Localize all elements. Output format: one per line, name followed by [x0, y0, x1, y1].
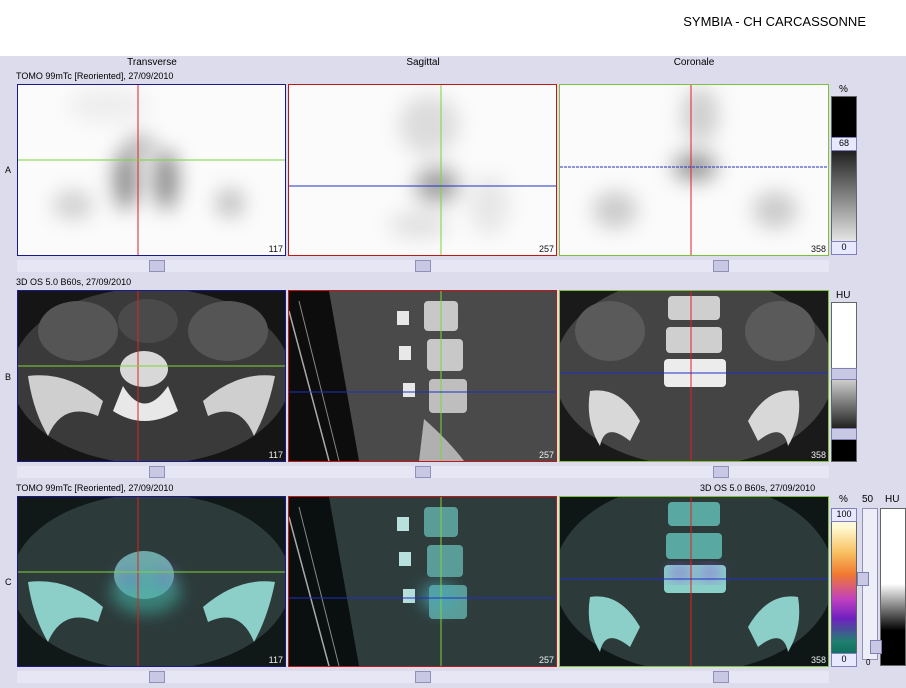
row-b-window-upper-handle[interactable]	[831, 368, 857, 380]
row-a-sagittal-slice-number: 257	[538, 244, 554, 254]
row-b-series-label: 3D OS 5.0 B60s, 27/09/2010	[16, 277, 132, 287]
column-label-coronal: Coronale	[673, 57, 715, 68]
row-a-sagittal-slice-slider[interactable]	[415, 260, 431, 272]
row-c-blend-slider-handle[interactable]	[857, 572, 869, 586]
row-c-ct-scale-unit: HU	[885, 494, 900, 505]
row-b-window-lower-handle[interactable]	[831, 428, 857, 440]
row-a-sagittal-image	[289, 85, 556, 255]
row-c-transverse-viewport[interactable]: 117	[17, 496, 286, 667]
row-c-letter: C	[5, 577, 12, 587]
header-bar: SYMBIA - CH CARCASSONNE	[0, 0, 906, 56]
row-c-scale-unit: %	[839, 494, 848, 505]
row-c-transverse-image	[18, 497, 285, 666]
row-b-scale-unit: HU	[836, 290, 851, 301]
column-label-sagittal: Sagittal	[406, 57, 440, 68]
row-b-sagittal-slice-number: 257	[538, 450, 554, 460]
row-c-sagittal-slice-slider[interactable]	[415, 671, 431, 683]
row-b-letter: B	[5, 372, 12, 382]
row-a-scale-bottom-value[interactable]: 0	[831, 241, 857, 255]
row-c-coronal-viewport[interactable]: 358	[559, 496, 829, 667]
institution-title: SYMBIA - CH CARCASSONNE	[683, 14, 866, 29]
row-c-scale-top-value[interactable]: 100	[831, 508, 857, 522]
row-a-scale-unit: %	[839, 84, 848, 95]
row-a-scale-top-value[interactable]: 68	[831, 137, 857, 151]
row-c-transverse-slice-slider[interactable]	[149, 671, 165, 683]
row-c-scale-bottom-value[interactable]: 0	[831, 653, 857, 667]
row-a-coronal-image	[560, 85, 828, 255]
row-b-sagittal-viewport[interactable]: 257	[288, 290, 557, 462]
row-c-series-label: TOMO 99mTc [Reoriented], 27/09/2010	[16, 483, 174, 493]
row-a-colorbar[interactable]	[831, 96, 857, 254]
row-a-transverse-slice-slider[interactable]	[149, 260, 165, 272]
row-c-sagittal-image	[289, 497, 556, 666]
row-b-transverse-image	[18, 291, 285, 461]
row-b-coronal-viewport[interactable]: 358	[559, 290, 829, 462]
row-c-ct-colorbar[interactable]	[880, 508, 906, 666]
row-c-ct-window-handle[interactable]	[870, 640, 882, 654]
row-b-transverse-slice-number: 117	[268, 450, 283, 460]
row-a-coronal-viewport[interactable]: 358	[559, 84, 829, 256]
row-a-transverse-viewport[interactable]: 117	[17, 84, 286, 256]
row-c-coronal-image	[560, 497, 828, 666]
row-c-coronal-slice-number: 358	[810, 655, 826, 665]
row-a-coronal-slice-slider[interactable]	[713, 260, 729, 272]
row-c-ct-scale-bottom-value: 0	[866, 658, 871, 667]
row-c-transverse-slice-number: 117	[268, 655, 283, 665]
row-a-sagittal-viewport[interactable]: 257	[288, 84, 557, 256]
row-b-coronal-image	[560, 291, 828, 461]
row-c-blend-value: 50	[862, 494, 874, 505]
row-a-coronal-slice-number: 358	[810, 244, 826, 254]
row-c-pet-colorbar[interactable]	[831, 508, 857, 666]
row-b-coronal-slice-number: 358	[810, 450, 826, 460]
row-a-letter: A	[5, 165, 12, 175]
row-b-transverse-slice-slider[interactable]	[149, 466, 165, 478]
row-b-transverse-viewport[interactable]: 117	[17, 290, 286, 462]
row-a-transverse-image	[18, 85, 285, 255]
row-a-series-label: TOMO 99mTc [Reoriented], 27/09/2010	[16, 71, 174, 81]
row-c-coronal-slice-slider[interactable]	[713, 671, 729, 683]
row-b-coronal-slice-slider[interactable]	[713, 466, 729, 478]
row-b-sagittal-slice-slider[interactable]	[415, 466, 431, 478]
row-a-transverse-slice-number: 117	[268, 244, 283, 254]
row-b-sagittal-image	[289, 291, 556, 461]
row-c-ct-series-label: 3D OS 5.0 B60s, 27/09/2010	[700, 483, 816, 493]
row-c-sagittal-viewport[interactable]: 257	[288, 496, 557, 667]
column-label-transverse: Transverse	[127, 57, 177, 68]
row-c-sagittal-slice-number: 257	[538, 655, 554, 665]
